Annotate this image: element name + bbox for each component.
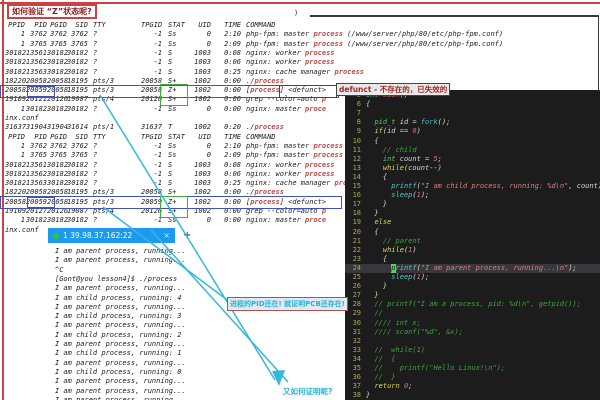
terminal-line: [Gont@you lesson4]$ ./process	[55, 274, 178, 283]
code-line: 11 // child	[352, 145, 417, 154]
code-line: 18 }	[352, 209, 379, 218]
ps-row: 20058 20059 20058 18195 pts/3 20059 Z+ 1002 0:00…	[5, 197, 327, 206]
pid-pcb-note: 进程的PID还在! 就证明PCB还存在!	[227, 297, 348, 311]
ps-header-row: PPID PID PGID SID TTY TPGID STAT UID TIME COMMAND	[8, 21, 276, 29]
ps-row: 30182 13563 30182 30182? -1 S 1003 0:25 nginx: c…	[5, 67, 365, 76]
terminal-line: I am parent process, running...	[55, 340, 186, 348]
how-to-prove-note: 又如何证明呢?	[283, 387, 333, 396]
ps-row: 1 3765 3765 3765? -1 Ss 0 2:09 php-fpm: master p…	[20, 39, 504, 48]
terminal-line: I am parent process, running...	[55, 395, 186, 400]
terminal-line: I am parent process, running...	[55, 377, 186, 386]
wrapped-command-tail: inx.conf	[5, 114, 39, 122]
code-line: 21 // parent	[352, 236, 421, 245]
ps-row: 19109 20127 20126 19087 pts/4 20126 S+ 1002 0:00…	[5, 207, 327, 215]
wrapped-command-tail: inx.conf	[5, 225, 39, 234]
terminal-line: I am child process, running: 3	[55, 312, 182, 321]
ps-row: 30182 13562 30182 30182? -1 S 1003 0:06 nginx: w…	[5, 169, 335, 178]
ssh-tab-title: 1 39.98.37.162:22	[63, 231, 133, 240]
code-line: 15 printf("I am child process, running: …	[352, 182, 600, 190]
code-line: 12 int count = 5;	[352, 154, 442, 163]
code-line: 9 if (id == 0)	[356, 127, 421, 136]
terminal-line: ^C	[55, 265, 64, 274]
code-line: 6{	[356, 100, 371, 109]
code-line: 22 while(1)	[352, 245, 417, 254]
code-line: 35 // printf("Hello Linux!\n");	[352, 364, 506, 372]
code-line: 20 {	[352, 227, 379, 236]
ps-row: 20058 20059 20058 18195 pts/3 20058 Z+ 1002 0:00…	[5, 86, 327, 95]
terminal-line: I am child process, running: 2	[55, 330, 182, 339]
code-line: 10 {	[352, 136, 379, 145]
defunct-meaning-note: defunct - 不存在的，已失效的	[336, 83, 451, 96]
code-line: 31 //// scanf("%d", &x);	[352, 327, 463, 336]
truncated-text-fragment: )	[294, 9, 299, 17]
ps-row: 18220 20058 20058 18195 pts/3 20058 S+ 1002 0:00…	[5, 188, 284, 197]
ps-stopped-row: 31637 31904 31904 31614 pts/1 31637 T 1002 0:20.…	[5, 123, 284, 132]
code-line: 32	[352, 336, 361, 345]
ps-row: 30182 13563 30182 30182? -1 S 1003 0:25 nginx: c…	[5, 179, 364, 188]
code-line: 16 sleep(1);	[352, 191, 430, 200]
close-tab-icon[interactable]: ×	[163, 231, 170, 240]
ps-row: 18220 20058 20058 18195 pts/3 20058 S+ 1002 0:00…	[5, 76, 284, 85]
code-line: 14 {	[352, 172, 388, 181]
terminal-line: I am parent process, running...	[55, 321, 186, 330]
code-line: 25 sleep(1);	[352, 273, 430, 281]
code-line: 38}	[352, 391, 371, 400]
terminal-line: I am parent process, running...	[55, 284, 186, 293]
code-line: 24 p rintf("I am parent process, running.…	[345, 263, 600, 273]
code-line: 28 // printf("I am a process, pid: %d\n"…	[352, 300, 581, 309]
ps-row: 30182 13561 30182 30182? -1 S 1003 0:08 nginx: w…	[5, 48, 335, 57]
code-line: 26 }	[352, 282, 388, 291]
code-line: 34 // {	[352, 354, 396, 363]
ps-row: 30182 13561 30182 30182? -1 S 1003 0:08 nginx: w…	[5, 160, 335, 169]
new-tab-icon[interactable]: +	[183, 229, 191, 242]
code-line: 36 // }	[352, 373, 396, 382]
code-line: 23 {	[352, 254, 388, 263]
terminal-line: I am child process, running: 0	[55, 367, 182, 376]
code-line: 27 }	[352, 291, 379, 300]
arrowhead-icon	[272, 370, 285, 386]
terminal-line: I am parent process, running...	[55, 256, 186, 265]
ps-header-row: PPID PID PGID SID TTY TPGID STAT UID TIME COMMAND	[8, 132, 276, 141]
code-editor[interactable]: 5int main()6{78 pid_t id = fork();9 if(i…	[345, 90, 600, 400]
ps-row: 30182 13562 30182 30182? -1 S 1003 0:06 nginx: w…	[5, 58, 335, 67]
connection-status-dot	[53, 232, 59, 239]
code-line: 8 pid_t id = fork ();	[356, 118, 451, 127]
terminal-line: I am parent process, running...	[55, 358, 186, 367]
ssh-session-tab[interactable]: 1 39.98.37.162:22 ×	[48, 228, 175, 243]
terminal-border-right	[597, 15, 599, 91]
ps-row: 1 3762 3762 3762? -1 Ss 0 2:10 php-fpm: master p…	[20, 30, 504, 39]
ps-row: 1 30182 30182 30182? -1 Ss 0 0:00 nginx: master …	[20, 104, 327, 113]
code-line: 13 while (count--)	[352, 163, 442, 172]
frame-line-left	[2, 0, 4, 400]
question-title: 如何验证 “Z”状态呢?	[7, 4, 97, 19]
code-line: 37 return 0;	[352, 382, 413, 391]
terminal-line: I am parent process, running...	[55, 247, 186, 255]
terminal-line: I am child process, running: 4	[55, 293, 182, 302]
terminal-line: I am child process, running: 1	[55, 349, 182, 358]
code-line: 33 // while(1)	[352, 345, 426, 354]
code-line: 7	[356, 109, 361, 118]
code-line: 29 //	[352, 309, 383, 318]
terminal-line: I am parent process, running...	[55, 386, 186, 395]
code-line: 17 }	[352, 200, 388, 209]
ps-row: 1 30182 30182 30182? -1 Ss 0 0:00 nginx: master …	[20, 216, 327, 225]
code-line: 19 else	[352, 218, 392, 227]
terminal-border-top	[310, 15, 599, 17]
terminal-line: I am parent process, running...	[55, 302, 186, 311]
ps-row: 19109 20121 20120 19087 pts/4 20120 S+ 1002 0:00…	[5, 95, 327, 104]
code-line: 30 //// int x;	[352, 318, 421, 327]
screenshot-canvas: 如何验证 “Z”状态呢? ) PPID PID PGID SID TTY TPGID STA…	[0, 0, 600, 400]
